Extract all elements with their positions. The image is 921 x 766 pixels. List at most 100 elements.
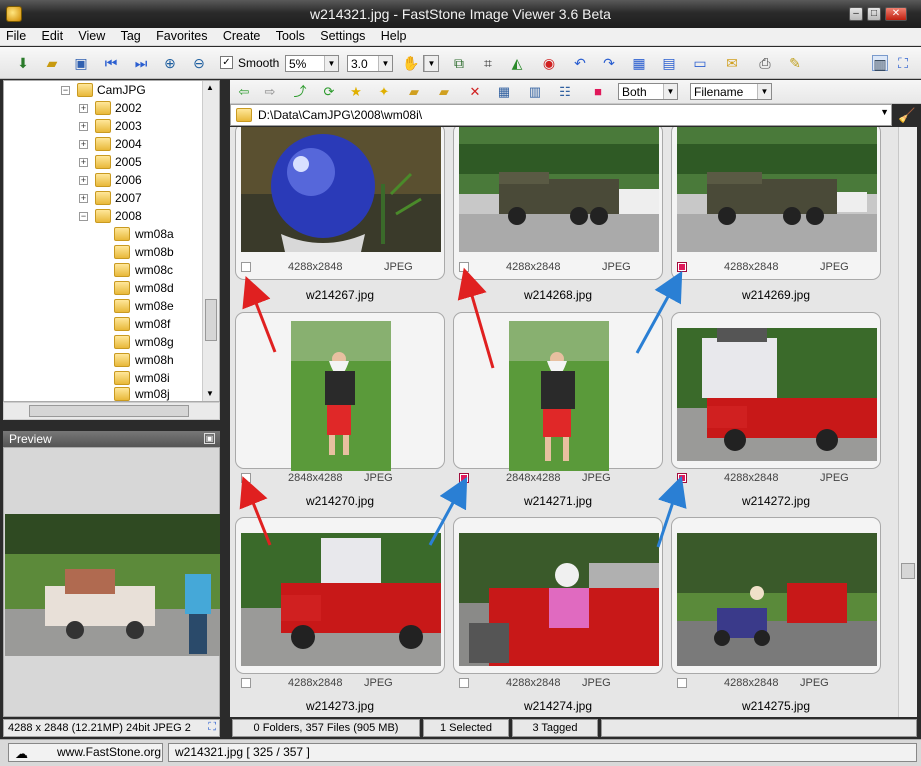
path-bar[interactable]: D:\Data\CamJPG\2008\wm08i\ ▼ (230, 104, 892, 126)
tag-icon[interactable]: ■ (590, 84, 606, 100)
close-button[interactable]: ✕ (885, 7, 907, 21)
red-eye-icon[interactable]: ◉ (541, 55, 557, 71)
tag-checkbox[interactable] (459, 262, 469, 272)
thumbnail-card[interactable]: 4288x2848 JPEG (453, 517, 663, 689)
zoom-select[interactable]: 5% ▼ (285, 55, 339, 72)
thumbnail-card[interactable]: 2848x4288 JPEG (453, 312, 663, 484)
thumbnail-view-icon[interactable]: ▦ (496, 84, 512, 100)
delete-icon[interactable]: ✕ (467, 84, 483, 100)
hand-mode-select[interactable]: ▼ (423, 55, 439, 72)
email-icon[interactable]: ✉ (724, 55, 740, 71)
tag-checkbox[interactable] (241, 678, 251, 688)
tree-scroll-thumb[interactable] (205, 299, 217, 341)
refresh-icon[interactable]: ⟳ (321, 84, 337, 100)
menu-file[interactable]: File (0, 28, 31, 43)
thumbnail-card[interactable]: 4288x2848 JPEG (235, 517, 445, 689)
chevron-down-icon[interactable]: ▼ (880, 107, 889, 117)
tag-checkbox[interactable] (241, 473, 251, 483)
tree-scrollbar[interactable]: ▲ ▼ (202, 81, 219, 401)
previous-icon[interactable]: ⏮ (103, 55, 119, 71)
forward-icon[interactable]: ⇨ (262, 84, 278, 100)
rotate-right-icon[interactable]: ↷ (601, 55, 617, 71)
menu-create[interactable]: Create (217, 28, 266, 43)
thumbnail-card[interactable]: 4288x2848 JPEG (671, 517, 881, 689)
thumbnail-card[interactable]: 4288x2848 JPEG (235, 127, 445, 280)
expand-icon[interactable]: + (79, 140, 88, 149)
folder-icon[interactable]: ▰ (44, 55, 60, 71)
clear-icon[interactable]: 🧹 (897, 104, 917, 126)
tag-checkbox[interactable] (459, 473, 469, 483)
tag-checkbox[interactable] (677, 262, 687, 272)
image-dimensions: 4288x2848 (506, 261, 561, 273)
expand-icon[interactable]: + (79, 104, 88, 113)
menu-edit[interactable]: Edit (36, 28, 69, 43)
thumbnail-card[interactable]: 2848x4288 JPEG (235, 312, 445, 484)
collapse-icon[interactable]: − (79, 212, 88, 221)
favorite-icon[interactable]: ★ (348, 84, 364, 100)
tree-hscroll-thumb[interactable] (29, 405, 189, 417)
expand-icon[interactable]: + (79, 194, 88, 203)
fit-icon[interactable]: ⛶ (208, 721, 216, 734)
tag-checkbox[interactable] (677, 678, 687, 688)
collapse-icon[interactable]: − (61, 86, 70, 95)
open-icon[interactable]: ⬇ (15, 55, 31, 71)
main-toolbar: ⬇ ▰ ▣ ⏮ ⏭ ⊕ ⊖ ✓ Smooth 5% ▼ 3.0 ▼ ✋ ▼ ⧉ ⌗ … (0, 47, 921, 79)
next-icon[interactable]: ⏭ (133, 55, 149, 71)
scroll-up-icon[interactable]: ▲ (206, 83, 214, 92)
tag-checkbox[interactable] (241, 262, 251, 272)
print-icon[interactable]: ⎙ (757, 55, 773, 71)
selected-count-status: 1 Selected (423, 719, 509, 737)
smooth-checkbox[interactable]: ✓ (220, 56, 233, 69)
new-folder-icon[interactable]: ✦ (376, 84, 392, 100)
thumbnail-image (241, 127, 441, 252)
expand-icon[interactable]: + (79, 176, 88, 185)
move-to-icon[interactable]: ▰ (436, 84, 452, 100)
menu-tools[interactable]: Tools (270, 28, 310, 43)
copy-to-icon[interactable]: ▰ (406, 84, 422, 100)
thumbnail-scrollbar[interactable] (898, 127, 917, 717)
menu-settings[interactable]: Settings (314, 28, 370, 43)
zoom-in-icon[interactable]: ⊕ (162, 55, 178, 71)
tag-checkbox[interactable] (677, 473, 687, 483)
thumbnail-card[interactable]: 4288x2848 JPEG (671, 127, 881, 280)
tree-item-label: wm08g (135, 335, 174, 349)
gamma-select[interactable]: 3.0 ▼ (347, 55, 393, 72)
tag-checkbox[interactable] (459, 678, 469, 688)
wand-icon[interactable]: ✎ (787, 55, 803, 71)
expand-icon[interactable]: + (79, 158, 88, 167)
menu-tag[interactable]: Tag (115, 28, 146, 43)
thumbnail-card[interactable]: 4288x2848 JPEG (453, 127, 663, 280)
crop-icon[interactable]: ⌗ (480, 55, 496, 71)
menu-view[interactable]: View (72, 28, 110, 43)
layout-fit-icon[interactable]: ⛶ (895, 55, 911, 71)
scroll-down-icon[interactable]: ▼ (206, 389, 214, 398)
sort-select[interactable]: Filename ▼ (690, 83, 772, 100)
expand-icon[interactable]: + (79, 122, 88, 131)
rotate-left-icon[interactable]: ↶ (572, 55, 588, 71)
save-icon[interactable]: ▣ (73, 55, 89, 71)
show-mode-select[interactable]: Both ▼ (618, 83, 678, 100)
filmstrip-icon[interactable]: ▤ (661, 55, 677, 71)
details-view-icon[interactable]: ▥ (527, 84, 543, 100)
thumbnail-scroll-thumb[interactable] (901, 563, 915, 579)
website-link[interactable]: ☁ www.FastStone.org (8, 743, 163, 762)
tree-horizontal-scrollbar[interactable] (3, 402, 220, 420)
layout-browser-icon[interactable]: ▥ (872, 55, 888, 72)
fullscreen-icon[interactable]: ▭ (692, 55, 708, 71)
zoom-out-icon[interactable]: ⊖ (191, 55, 207, 71)
maximize-button[interactable]: □ (867, 7, 881, 21)
minimize-button[interactable]: – (849, 7, 863, 21)
pin-icon[interactable]: ▣ (204, 433, 215, 444)
resize-icon[interactable]: ⧉ (451, 55, 467, 71)
color-adjust-icon[interactable]: ◭ (509, 55, 525, 71)
menu-favorites[interactable]: Favorites (150, 28, 212, 43)
thumbnail-card[interactable]: 4288x2848 JPEG (671, 312, 881, 484)
hand-icon[interactable]: ✋ (402, 55, 419, 71)
back-icon[interactable]: ⇦ (236, 84, 252, 100)
list-view-icon[interactable]: ☷ (557, 84, 573, 100)
up-folder-icon[interactable]: ⤴ (292, 84, 308, 100)
thumbnail-filename: w214273.jpg (305, 699, 375, 713)
grid-view-icon[interactable]: ▦ (631, 55, 647, 71)
menu-help[interactable]: Help (375, 28, 412, 43)
image-info-text: 4288 x 2848 (12.21MP) 24bit JPEG 2 (8, 722, 191, 734)
